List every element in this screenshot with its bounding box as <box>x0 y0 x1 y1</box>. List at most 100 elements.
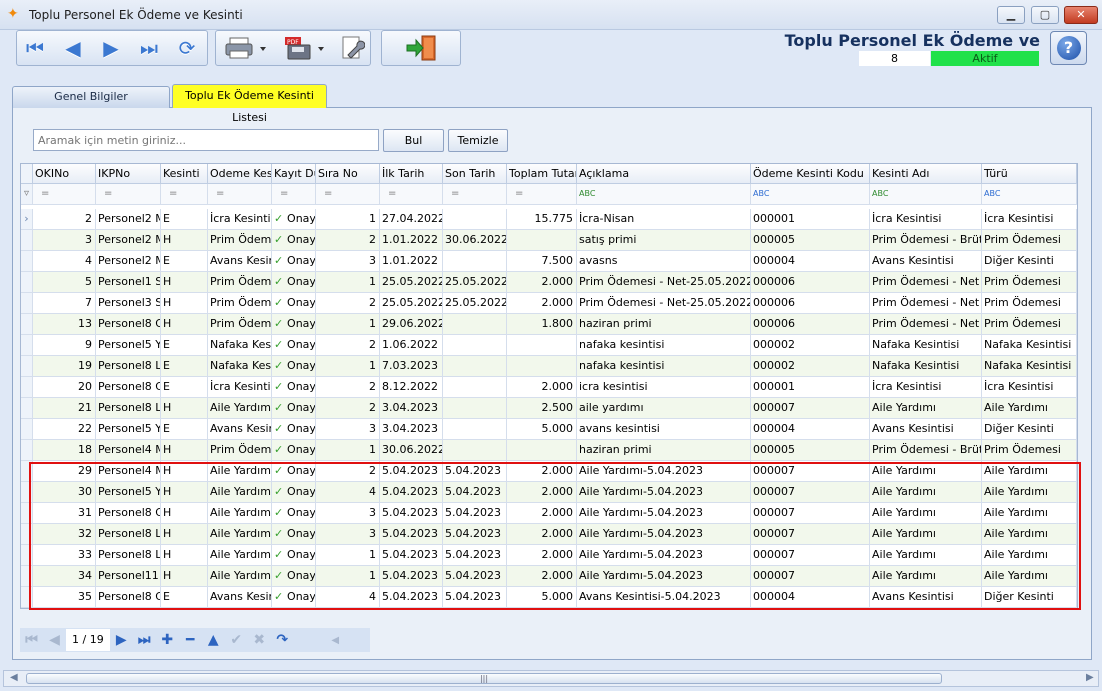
cell-son-tarih[interactable]: 5.04.2023 <box>443 482 507 503</box>
table-row[interactable]: 35Personel8 GrEAvans Kesinti✓ Onay45.04.… <box>21 587 1077 608</box>
cell-kesinti[interactable]: H <box>161 272 208 293</box>
cell-kesinti[interactable]: H <box>161 461 208 482</box>
cell-toplam-tutar[interactable]: 2.500 <box>507 398 577 419</box>
column-header-kesinti[interactable]: Kesinti <box>161 164 208 184</box>
cell-kesinti-adi[interactable]: Nafaka Kesintisi <box>870 335 982 356</box>
row-indicator[interactable] <box>21 419 33 440</box>
table-row[interactable]: 32Personel8 LaHAile Yardımı✓ Onay35.04.2… <box>21 524 1077 545</box>
cell-kesinti-adi[interactable]: Avans Kesintisi <box>870 251 982 272</box>
cell-kayit-durumu[interactable]: ✓ Onay <box>272 272 316 293</box>
cell-okino[interactable]: 35 <box>33 587 96 608</box>
cell-kesinti[interactable]: H <box>161 398 208 419</box>
cell-kesinti[interactable]: E <box>161 209 208 230</box>
cell-kayit-durumu[interactable]: ✓ Onay <box>272 419 316 440</box>
maximize-button[interactable]: ▢ <box>1031 6 1059 24</box>
cell-kesinti-adi[interactable]: Prim Ödemesi - Brüt <box>870 440 982 461</box>
cell-sira-no[interactable]: 3 <box>316 503 380 524</box>
cell-okino[interactable]: 3 <box>33 230 96 251</box>
cell-kesinti-adi[interactable]: İcra Kesintisi <box>870 209 982 230</box>
cell-kayit-durumu[interactable]: ✓ Onay <box>272 230 316 251</box>
cell-son-tarih[interactable]: 5.04.2023 <box>443 503 507 524</box>
cell-kesinti-kodu[interactable]: 000005 <box>751 230 870 251</box>
cell-ikpno[interactable]: Personel3 Siy <box>96 293 161 314</box>
cell-sira-no[interactable]: 1 <box>316 356 380 377</box>
cell-sira-no[interactable]: 4 <box>316 587 380 608</box>
cell-toplam-tutar[interactable]: 2.000 <box>507 272 577 293</box>
cell-ikpno[interactable]: Personel8 La <box>96 398 161 419</box>
cell-ilk-tarih[interactable]: 8.12.2022 <box>380 377 443 398</box>
export-pdf-button[interactable]: PDF <box>278 33 330 63</box>
cell-sira-no[interactable]: 1 <box>316 272 380 293</box>
nav-delete-icon[interactable]: ━ <box>179 632 202 648</box>
cell-odeme-kesinti[interactable]: Aile Yardımı <box>208 545 272 566</box>
cell-aciklama[interactable]: Avans Kesintisi-5.04.2023 <box>577 587 751 608</box>
cell-odeme-kesinti[interactable]: Prim Ödemesi <box>208 314 272 335</box>
column-header-odeme-kesinti[interactable]: Odeme Kesir <box>208 164 272 184</box>
cell-odeme-kesinti[interactable]: Aile Yardımı <box>208 524 272 545</box>
row-indicator[interactable] <box>21 461 33 482</box>
cell-ilk-tarih[interactable]: 5.04.2023 <box>380 566 443 587</box>
cell-ikpno[interactable]: Personel8 La <box>96 356 161 377</box>
cell-ilk-tarih[interactable]: 5.04.2023 <box>380 482 443 503</box>
cell-son-tarih[interactable]: 5.04.2023 <box>443 524 507 545</box>
cell-kesinti-kodu[interactable]: 000004 <box>751 587 870 608</box>
row-indicator[interactable] <box>21 230 33 251</box>
cell-aciklama[interactable]: aile yardımı <box>577 398 751 419</box>
cell-aciklama[interactable]: Aile Yardımı-5.04.2023 <box>577 461 751 482</box>
scroll-thumb[interactable]: ||| <box>26 673 942 684</box>
cell-turu[interactable]: İcra Kesintisi <box>982 209 1077 230</box>
cell-turu[interactable]: Nafaka Kesintisi <box>982 356 1077 377</box>
cell-toplam-tutar[interactable]: 5.000 <box>507 419 577 440</box>
cell-sira-no[interactable]: 3 <box>316 419 380 440</box>
cell-ilk-tarih[interactable]: 25.05.2022 <box>380 293 443 314</box>
cell-sira-no[interactable]: 1 <box>316 440 380 461</box>
nav-previous-icon[interactable]: ◀ <box>43 632 66 648</box>
filter-cell-son-tarih[interactable]: = <box>443 184 507 205</box>
current-row-indicator[interactable]: › <box>21 209 33 230</box>
cell-sira-no[interactable]: 2 <box>316 293 380 314</box>
cell-toplam-tutar[interactable]: 2.000 <box>507 503 577 524</box>
filter-cell-kesinti-adi[interactable]: ABC <box>870 184 982 205</box>
print-button[interactable] <box>220 33 272 63</box>
filter-icon[interactable]: ▿ <box>21 184 33 205</box>
cell-toplam-tutar[interactable] <box>507 230 577 251</box>
cell-ilk-tarih[interactable]: 1.06.2022 <box>380 335 443 356</box>
cell-kesinti-kodu[interactable]: 000004 <box>751 251 870 272</box>
column-header-aciklama[interactable]: Açıklama <box>577 164 751 184</box>
cell-kesinti-kodu[interactable]: 000007 <box>751 566 870 587</box>
cell-turu[interactable]: Diğer Kesinti <box>982 419 1077 440</box>
nav-save-icon[interactable]: ✔ <box>225 632 248 648</box>
close-button[interactable]: ✕ <box>1064 6 1098 24</box>
row-indicator[interactable] <box>21 566 33 587</box>
nav-refresh-icon[interactable]: ↷ <box>271 632 294 648</box>
nav-next-icon[interactable]: ▶ <box>110 632 133 648</box>
filter-cell-toplam-tutar[interactable]: = <box>507 184 577 205</box>
cell-son-tarih[interactable] <box>443 209 507 230</box>
cell-toplam-tutar[interactable]: 2.000 <box>507 377 577 398</box>
cell-kayit-durumu[interactable]: ✓ Onay <box>272 503 316 524</box>
cell-kesinti-adi[interactable]: Aile Yardımı <box>870 524 982 545</box>
cell-okino[interactable]: 34 <box>33 566 96 587</box>
cell-toplam-tutar[interactable]: 5.000 <box>507 587 577 608</box>
cell-sira-no[interactable]: 1 <box>316 209 380 230</box>
cell-kayit-durumu[interactable]: ✓ Onay <box>272 545 316 566</box>
cell-odeme-kesinti[interactable]: Aile Yardımı <box>208 398 272 419</box>
nav-cancel-icon[interactable]: ✖ <box>248 632 271 648</box>
cell-odeme-kesinti[interactable]: Nafaka Kesin <box>208 335 272 356</box>
help-button[interactable]: ? <box>1050 31 1087 65</box>
row-indicator[interactable] <box>21 545 33 566</box>
cell-aciklama[interactable]: nafaka kesintisi <box>577 335 751 356</box>
cell-okino[interactable]: 13 <box>33 314 96 335</box>
cell-aciklama[interactable]: avasns <box>577 251 751 272</box>
search-input[interactable] <box>33 129 379 151</box>
cell-okino[interactable]: 21 <box>33 398 96 419</box>
cell-kayit-durumu[interactable]: ✓ Onay <box>272 335 316 356</box>
cell-sira-no[interactable]: 1 <box>316 566 380 587</box>
tab-bulk-list[interactable]: Toplu Ek Ödeme Kesinti Listesi <box>172 84 327 124</box>
cell-son-tarih[interactable] <box>443 314 507 335</box>
cell-turu[interactable]: Diğer Kesinti <box>982 587 1077 608</box>
cell-okino[interactable]: 4 <box>33 251 96 272</box>
cell-son-tarih[interactable]: 5.04.2023 <box>443 461 507 482</box>
cell-kesinti[interactable]: H <box>161 566 208 587</box>
cell-kesinti-kodu[interactable]: 000006 <box>751 272 870 293</box>
